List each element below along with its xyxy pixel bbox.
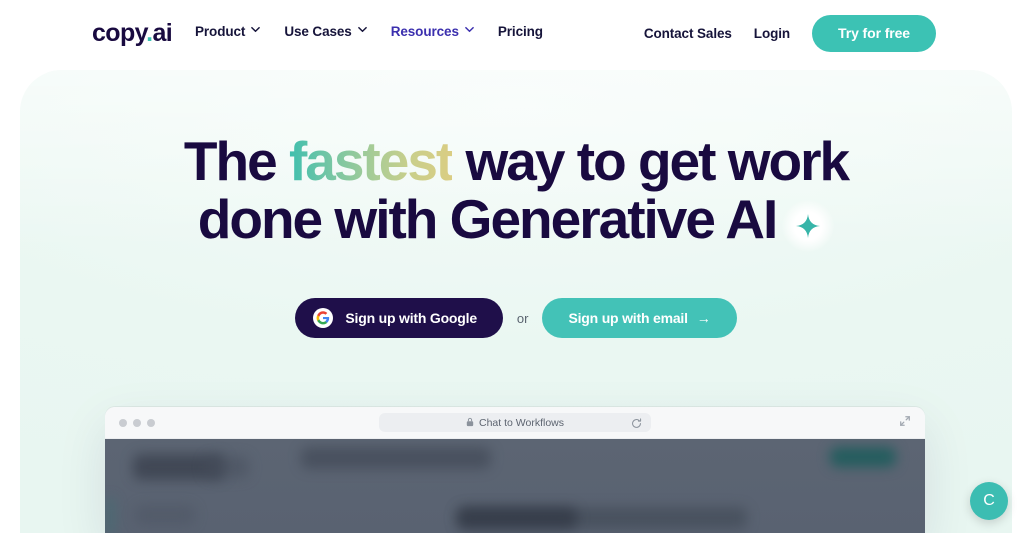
browser-chrome-bar: Chat to Workflows <box>105 407 925 439</box>
top-navbar: copy.ai Product Use Cases Resources Pric… <box>0 0 1024 66</box>
email-button-label: Sign up with email <box>568 310 688 326</box>
page-title: The fastest way to get work done with Ge… <box>20 132 1012 252</box>
product-screenshot-mockup: Chat to Workflows <box>105 407 925 533</box>
landing-page: copy.ai Product Use Cases Resources Pric… <box>0 0 1024 533</box>
nav-item-resources[interactable]: Resources <box>391 24 474 39</box>
chevron-down-icon <box>465 25 474 34</box>
logo-text-main: copy <box>92 19 147 47</box>
browser-address-bar[interactable]: Chat to Workflows <box>379 413 651 432</box>
logo-text-suffix: ai <box>152 19 173 47</box>
sign-up-with-email-button[interactable]: Sign up with email → <box>542 298 737 338</box>
secondary-nav: Contact Sales Login Try for free <box>644 15 936 52</box>
chevron-down-icon <box>251 25 261 34</box>
preview-accent-button <box>830 447 896 467</box>
traffic-lights <box>119 418 155 427</box>
headline-text-d: done with Generative AI <box>197 188 778 250</box>
chevron-down-icon <box>357 25 367 34</box>
signup-cta-row: Sign up with Google or Sign up with emai… <box>20 298 1012 338</box>
headline-line-1: The fastest way to get work <box>20 132 1012 190</box>
preview-block <box>205 456 249 478</box>
traffic-light-minimize <box>133 418 141 427</box>
nav-item-pricing[interactable]: Pricing <box>498 24 543 39</box>
nav-item-label: Product <box>195 24 246 39</box>
nav-item-label: Resources <box>390 24 459 39</box>
primary-nav: Product Use Cases Resources Pricing <box>195 24 543 39</box>
lock-icon <box>466 414 474 432</box>
sparkle-icon <box>782 200 835 252</box>
preview-block <box>105 497 115 533</box>
traffic-light-maximize <box>147 418 155 427</box>
google-g-icon <box>313 308 334 328</box>
headline-highlight: fastest <box>288 130 454 192</box>
address-bar-text: Chat to Workflows <box>479 416 564 429</box>
traffic-light-close <box>119 418 127 427</box>
app-preview-blurred <box>105 439 925 533</box>
google-button-label: Sign up with Google <box>345 310 477 326</box>
arrow-right-icon: → <box>696 310 711 326</box>
expand-icon[interactable] <box>899 414 911 432</box>
hero-section: The fastest way to get work done with Ge… <box>20 70 1012 533</box>
try-for-free-button[interactable]: Try for free <box>812 15 936 52</box>
sign-up-with-google-button[interactable]: Sign up with Google <box>295 298 503 338</box>
brand-logo[interactable]: copy.ai <box>92 19 173 47</box>
nav-link-login[interactable]: Login <box>754 26 790 41</box>
preview-block <box>135 505 195 525</box>
chat-widget-button[interactable]: C <box>970 482 1008 520</box>
or-separator: or <box>516 310 529 326</box>
preview-block <box>301 447 491 469</box>
nav-item-label: Use Cases <box>284 24 352 39</box>
nav-item-label: Pricing <box>497 24 543 39</box>
nav-item-product[interactable]: Product <box>195 24 261 39</box>
headline-line-2: done with Generative AI <box>20 190 1012 252</box>
headline-text-c: way to get work <box>452 130 851 192</box>
nav-link-contact-sales[interactable]: Contact Sales <box>644 26 732 41</box>
nav-item-use-cases[interactable]: Use Cases <box>284 24 367 39</box>
headline-text-a: The <box>183 130 289 192</box>
preview-block <box>457 507 577 529</box>
reload-icon[interactable] <box>631 416 642 434</box>
